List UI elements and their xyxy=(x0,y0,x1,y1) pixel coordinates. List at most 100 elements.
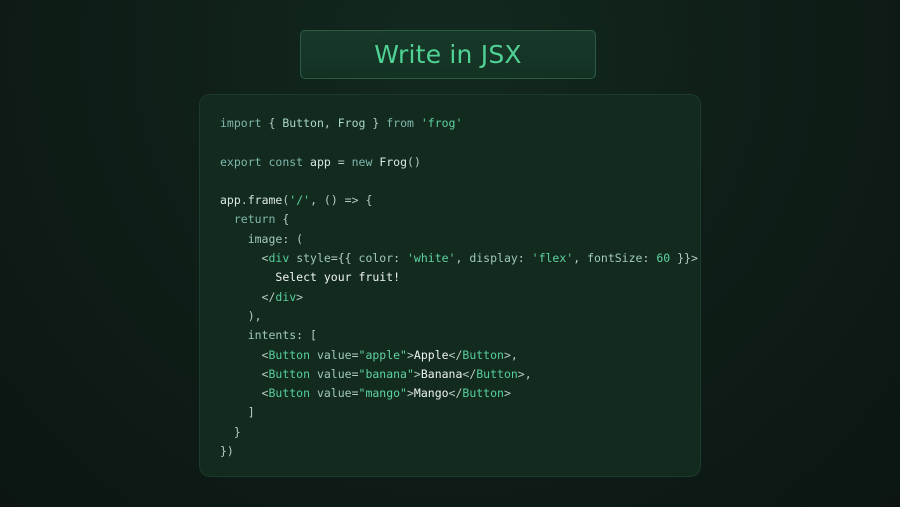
code-line: </div> xyxy=(220,288,698,307)
code-token: fontSize xyxy=(587,251,643,266)
code-token: value xyxy=(316,366,352,381)
code-token: : xyxy=(517,251,532,266)
code-token: . xyxy=(240,193,248,208)
code-token: > xyxy=(413,366,421,381)
code-token: '/' xyxy=(289,193,311,208)
code-token: < xyxy=(220,366,269,381)
code-token: < xyxy=(220,386,269,401)
code-token: Button xyxy=(268,386,311,401)
code-token: : xyxy=(393,251,407,266)
code-token: = xyxy=(330,154,352,169)
code-token: } xyxy=(220,424,241,439)
code-line: } xyxy=(220,423,698,442)
code-token: > xyxy=(406,386,414,401)
code-token: }}> xyxy=(670,251,698,266)
code-token: from xyxy=(386,116,414,130)
code-token: Mango xyxy=(413,386,449,401)
code-line: export const app = new Frog() xyxy=(220,153,698,172)
code-token: div xyxy=(268,251,290,266)
code-line: ] xyxy=(220,403,698,422)
code-token: 'white' xyxy=(407,251,456,266)
code-token: > xyxy=(406,347,414,362)
code-token: export xyxy=(220,154,262,169)
code-token: return xyxy=(233,212,276,227)
code-token: >, xyxy=(517,366,532,381)
code-token: image xyxy=(247,231,283,246)
code-token: , xyxy=(573,251,588,266)
code-token: Button xyxy=(462,386,504,401)
code-token: < xyxy=(220,347,269,362)
code-token: color xyxy=(358,251,394,266)
code-token: </ xyxy=(462,366,477,381)
code-line: return { xyxy=(220,210,698,229)
code-block: import { Button, Frog } from 'frog' expo… xyxy=(199,94,701,477)
code-token: = xyxy=(351,366,359,381)
code-token: 'flex' xyxy=(531,251,574,266)
code-token: </ xyxy=(448,347,463,362)
code-token: Apple xyxy=(413,347,449,362)
code-token: Banana xyxy=(420,366,463,381)
code-token: "mango" xyxy=(358,386,407,401)
code-token: "apple" xyxy=(358,347,407,362)
code-token: new xyxy=(351,154,373,169)
code-line: <Button value="mango">Mango</Button> xyxy=(220,384,698,403)
code-token: , () => { xyxy=(310,193,373,208)
code-line: }) xyxy=(220,442,698,461)
code-token: import xyxy=(220,116,262,130)
code-token: app xyxy=(310,154,331,169)
code-token: Button xyxy=(268,347,311,362)
code-token: = xyxy=(351,347,359,362)
code-token: : xyxy=(642,251,657,266)
code-token: > xyxy=(296,289,304,304)
code-token: value xyxy=(316,386,352,401)
code-token: intents xyxy=(247,328,297,343)
code-line: Select your fruit! xyxy=(220,268,698,287)
code-token: </ xyxy=(220,289,276,304)
code-token: > xyxy=(503,386,511,401)
code-token: } xyxy=(365,116,387,130)
code-token: const xyxy=(268,154,304,169)
code-token: ] xyxy=(220,405,255,420)
code-content: import { Button, Frog } from 'frog' expo… xyxy=(220,114,698,461)
code-token: ), xyxy=(220,308,262,323)
title-banner: Write in JSX xyxy=(300,30,596,79)
code-line: image: ( xyxy=(220,230,698,249)
code-token: Button xyxy=(282,116,324,130)
code-token: app xyxy=(220,193,241,208)
code-token: { xyxy=(261,116,283,130)
code-token: , xyxy=(323,116,338,130)
page-title: Write in JSX xyxy=(374,40,522,69)
code-token: Button xyxy=(268,366,311,381)
code-line: <Button value="banana">Banana</Button>, xyxy=(220,365,698,384)
code-token: { xyxy=(275,212,290,227)
code-line: app.frame('/', () => { xyxy=(220,191,698,210)
code-token: div xyxy=(275,289,297,304)
code-token: Frog xyxy=(379,154,408,169)
code-token: Button xyxy=(462,347,504,362)
code-token: () xyxy=(407,154,421,169)
code-line: <Button value="apple">Apple</Button>, xyxy=(220,346,698,365)
code-token: 'frog' xyxy=(420,116,463,130)
code-token: < xyxy=(220,251,269,266)
code-token: Frog xyxy=(337,116,366,130)
code-token: frame xyxy=(247,193,283,208)
code-token: : [ xyxy=(296,328,317,343)
code-token: Button xyxy=(476,366,518,381)
code-token: 60 xyxy=(656,251,671,266)
code-token: ={{ xyxy=(330,251,359,266)
code-token: , xyxy=(455,251,470,266)
code-line: ), xyxy=(220,307,698,326)
code-token: style xyxy=(296,251,331,266)
code-token: "banana" xyxy=(358,366,414,381)
